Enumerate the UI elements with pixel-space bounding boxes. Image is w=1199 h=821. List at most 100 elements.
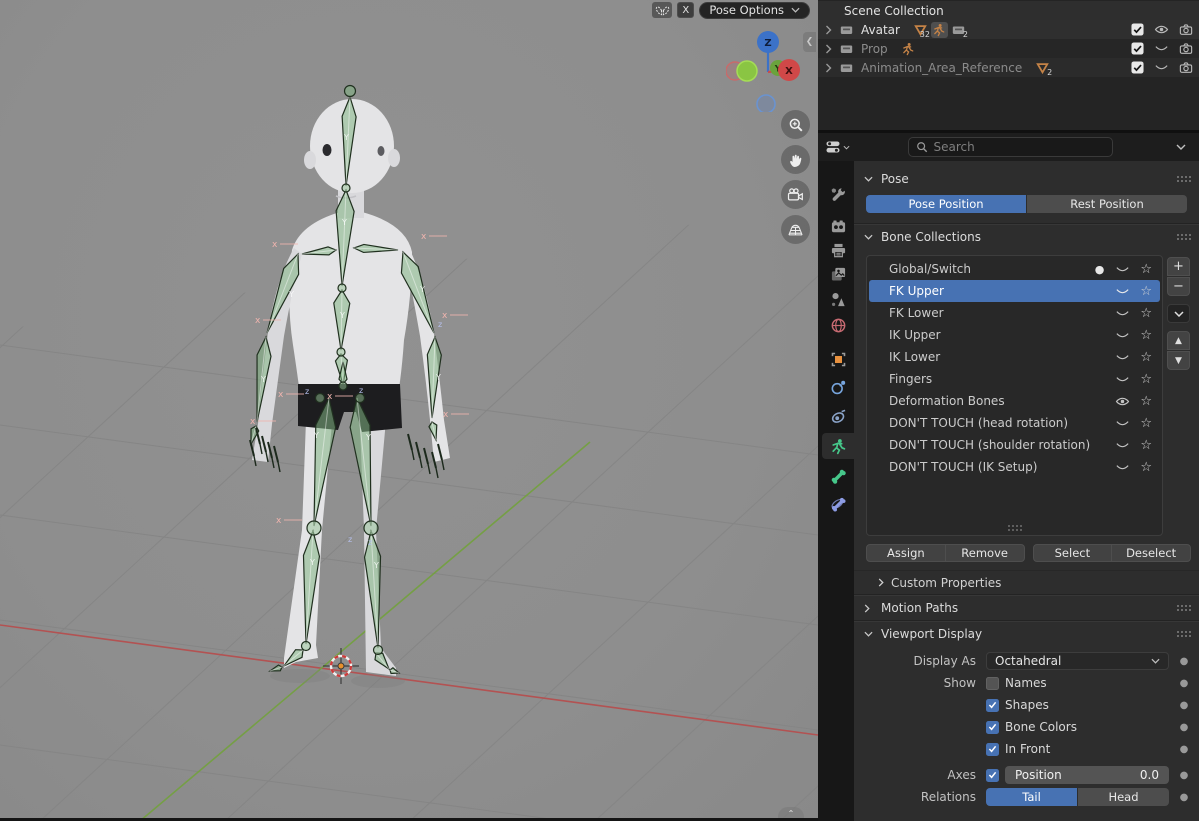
bone-collection-row[interactable]: Fingers☆ [869, 368, 1160, 390]
add-collection-button[interactable]: + [1167, 257, 1190, 276]
names-checkbox[interactable] [986, 677, 999, 690]
solo-star-icon[interactable]: ☆ [1140, 417, 1152, 430]
eye-closed-icon[interactable] [1113, 441, 1131, 450]
tab-render[interactable] [822, 213, 854, 239]
panel-drag-handle[interactable] [1176, 233, 1191, 242]
bone-collection-row[interactable]: IK Upper☆ [869, 324, 1160, 346]
solo-star-icon[interactable]: ☆ [1140, 307, 1152, 320]
bone-collection-row[interactable]: DON'T TOUCH (head rotation)☆ [869, 412, 1160, 434]
eye-closed-icon[interactable] [1154, 44, 1169, 53]
exclude-checkbox[interactable] [1130, 23, 1145, 36]
bone-collection-row[interactable]: IK Lower☆ [869, 346, 1160, 368]
camera-visibility-icon[interactable] [1178, 42, 1193, 55]
tab-bone[interactable] [822, 463, 854, 489]
timeline-expand-chevron[interactable]: ⌃ [778, 807, 804, 818]
outliner-row[interactable]: Avatar322 [818, 20, 1199, 39]
in-front-checkbox[interactable] [986, 743, 999, 756]
panel-drag-handle[interactable] [1176, 604, 1191, 613]
solo-star-icon[interactable]: ☆ [1140, 395, 1152, 408]
armature-icon[interactable] [900, 41, 917, 57]
bone-collection-row[interactable]: FK Lower☆ [869, 302, 1160, 324]
axes-checkbox[interactable] [986, 769, 999, 782]
sidebar-collapse-arrow[interactable]: ❮ [803, 32, 816, 52]
header-options-button[interactable] [1170, 144, 1192, 150]
pan-button[interactable] [781, 145, 810, 174]
bone-collection-row[interactable]: Deformation Bones☆ [869, 390, 1160, 412]
mesh-data-icon[interactable]: 2 [1034, 60, 1051, 76]
assign-button[interactable]: Assign [866, 544, 946, 562]
tab-physics[interactable] [822, 374, 854, 400]
animate-decorator[interactable]: ● [1175, 792, 1193, 803]
eye-open-icon[interactable] [1154, 24, 1169, 35]
animate-decorator[interactable]: ● [1175, 722, 1193, 733]
bone-collection-row[interactable]: FK Upper☆ [869, 280, 1160, 302]
remove-collection-button[interactable]: − [1167, 277, 1190, 296]
solo-dot-icon[interactable]: ● [1095, 263, 1105, 276]
animate-decorator[interactable]: ● [1175, 678, 1193, 689]
tab-constraints[interactable] [822, 403, 854, 429]
eye-closed-icon[interactable] [1113, 331, 1131, 340]
exclude-checkbox[interactable] [1130, 61, 1145, 74]
panel-drag-handle[interactable] [1176, 175, 1191, 184]
select-button[interactable]: Select [1033, 544, 1113, 562]
bone-collection-row[interactable]: Global/Switch●☆ [869, 258, 1160, 280]
eye-closed-icon[interactable] [1113, 287, 1131, 296]
eye-closed-icon[interactable] [1154, 63, 1169, 72]
bone-collection-row[interactable]: DON'T TOUCH (IK Setup)☆ [869, 456, 1160, 478]
solo-star-icon[interactable]: ☆ [1140, 439, 1152, 452]
pose-position-button[interactable]: Pose Position [866, 195, 1026, 213]
bone-collections-panel-header[interactable]: Bone Collections [854, 225, 1199, 249]
tab-world[interactable] [822, 312, 854, 338]
custom-properties-header[interactable]: Custom Properties [854, 570, 1199, 594]
mesh-data-icon[interactable]: 32 [912, 22, 929, 38]
camera-visibility-icon[interactable] [1178, 61, 1193, 74]
solo-star-icon[interactable]: ☆ [1140, 285, 1152, 298]
expand-chevron-icon[interactable] [822, 63, 834, 73]
remove-button[interactable]: Remove [945, 544, 1025, 562]
animate-decorator[interactable]: ● [1175, 656, 1193, 667]
tail-button[interactable]: Tail [986, 788, 1077, 806]
eye-closed-icon[interactable] [1113, 419, 1131, 428]
viewport-display-panel-header[interactable]: Viewport Display [854, 622, 1199, 646]
editor-type-button[interactable] [825, 139, 850, 155]
properties-search[interactable] [908, 137, 1113, 157]
bone-collection-row[interactable]: DON'T TOUCH (shoulder rotation)☆ [869, 434, 1160, 456]
tab-bone-constraints[interactable] [822, 491, 854, 517]
shapes-checkbox[interactable] [986, 699, 999, 712]
expand-chevron-icon[interactable] [822, 44, 834, 54]
move-collection-down-button[interactable]: ▼ [1167, 351, 1190, 370]
eye-closed-icon[interactable] [1113, 265, 1131, 274]
display-as-dropdown[interactable]: Octahedral [986, 652, 1169, 670]
eye-closed-icon[interactable] [1113, 353, 1131, 362]
solo-star-icon[interactable]: ☆ [1140, 373, 1152, 386]
x-mirror-icon[interactable] [652, 2, 672, 18]
exclude-checkbox[interactable] [1130, 42, 1145, 55]
toggle-projection-button[interactable] [781, 215, 810, 244]
outliner-row-scene-collection[interactable]: Scene Collection [818, 1, 1199, 20]
pose-options-dropdown[interactable]: Pose Options [699, 2, 810, 19]
animate-decorator[interactable]: ● [1175, 700, 1193, 711]
list-resize-grip[interactable] [1007, 524, 1023, 531]
zoom-button[interactable] [781, 110, 810, 139]
camera-view-button[interactable] [781, 180, 810, 209]
animate-decorator[interactable]: ● [1175, 744, 1193, 755]
motion-paths-panel-header[interactable]: Motion Paths [854, 596, 1199, 620]
collection-specials-button[interactable] [1167, 304, 1190, 323]
solo-star-icon[interactable]: ☆ [1140, 351, 1152, 364]
camera-visibility-icon[interactable] [1178, 23, 1193, 36]
axes-position-slider[interactable]: Position 0.0 [1005, 766, 1169, 784]
deselect-button[interactable]: Deselect [1111, 544, 1191, 562]
tab-output[interactable] [822, 237, 854, 263]
mirror-x-button[interactable]: X [677, 2, 694, 18]
pose-panel-header[interactable]: Pose [854, 167, 1199, 191]
viewport-scene[interactable]: xxxxxxxxxzzzzzYYYYYYYYYYY [0, 0, 818, 821]
armature-icon[interactable] [931, 22, 948, 38]
panel-drag-handle[interactable] [1176, 630, 1191, 639]
head-button[interactable]: Head [1078, 788, 1169, 806]
collection-icon[interactable]: 2 [950, 22, 967, 38]
outliner-row[interactable]: Prop [818, 39, 1199, 58]
solo-star-icon[interactable]: ☆ [1140, 461, 1152, 474]
solo-star-icon[interactable]: ☆ [1140, 263, 1152, 276]
tab-scene[interactable] [822, 286, 854, 312]
move-collection-up-button[interactable]: ▲ [1167, 331, 1190, 350]
